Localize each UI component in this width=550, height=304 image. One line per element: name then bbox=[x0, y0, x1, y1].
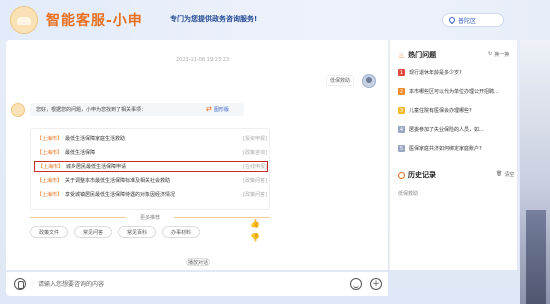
result-type: [政策问答] bbox=[243, 178, 267, 184]
add-attachment-icon[interactable]: + bbox=[370, 278, 382, 290]
location-label: 普陀区 bbox=[458, 17, 477, 25]
question-input[interactable] bbox=[32, 276, 342, 292]
chip-policy-files[interactable]: 政策文件 bbox=[30, 226, 68, 238]
clear-history-button[interactable]: 🗑 清空 bbox=[496, 171, 514, 178]
swap-icon: ⇄ bbox=[206, 105, 212, 113]
play-dialog-button[interactable]: 播放对话 bbox=[186, 258, 210, 266]
hot-question-item[interactable]: 3 儿童住院有医保会办理哪些? bbox=[398, 107, 512, 114]
result-title: 关于调整本市最低生活保障标准及相关社会救助 bbox=[65, 178, 171, 184]
result-row-highlighted[interactable]: 【上海市】 城乡居民最低生活保障申请 [在线申报] bbox=[34, 161, 268, 172]
chip-encyclopedia[interactable]: 常见百科 bbox=[118, 226, 156, 238]
result-title: 城乡居民最低生活保障申请 bbox=[66, 164, 127, 170]
rank-badge: 5 bbox=[398, 145, 405, 152]
rank-badge: 1 bbox=[398, 69, 405, 76]
location-pin-icon bbox=[447, 15, 457, 25]
history-header: 历史记录 bbox=[398, 170, 436, 180]
emoji-icon[interactable] bbox=[350, 278, 362, 290]
bot-message-text: 您好，根据您的问题，小申为您找到了相关事项： bbox=[36, 107, 147, 113]
refresh-button[interactable]: ↻ 换一换 bbox=[488, 51, 509, 58]
background-photo bbox=[520, 40, 550, 304]
rank-badge: 3 bbox=[398, 107, 405, 114]
hot-questions-title: 热门问题 bbox=[408, 51, 437, 59]
rank-badge: 2 bbox=[398, 88, 405, 95]
hot-question-text: 医保家庭共济如何绑定家庭账户? bbox=[409, 146, 482, 152]
history-title: 历史记录 bbox=[408, 171, 436, 179]
recommendation-chips: 政策文件 常见问答 常见百科 办事材料 bbox=[30, 226, 200, 238]
sidebar: ♨ 热门问题 ↻ 换一换 1 现行退休年龄是多少岁? 2 本市哪些区可以代为单位… bbox=[389, 40, 517, 270]
result-type: [投资申报] bbox=[243, 136, 267, 142]
result-title: 享受城镇居民最低生活保障待遇的对象因经济情况 bbox=[65, 192, 176, 198]
more-recommendations-label: 更多推荐 bbox=[126, 214, 174, 221]
result-region: 【上海市】 bbox=[37, 178, 63, 184]
result-title: 最低生活保障 bbox=[65, 150, 96, 156]
hot-question-text: 儿童住院有医保会办理哪些? bbox=[409, 108, 472, 114]
more-recommendations-divider: 更多推荐 bbox=[30, 214, 270, 221]
user-avatar-icon bbox=[362, 74, 376, 88]
hot-questions-header: ♨ 热门问题 bbox=[398, 50, 436, 60]
thumbs-up-icon[interactable]: 👍 bbox=[250, 218, 260, 228]
app-title: 智能客服-小申 bbox=[46, 13, 143, 29]
result-row[interactable]: 【上海市】 最低生活保障家庭生活救助 [投资申报] bbox=[37, 133, 267, 144]
fire-icon: ♨ bbox=[398, 50, 406, 60]
result-row[interactable]: 【上海市】 最低生活保障 [政策咨询] bbox=[37, 147, 267, 158]
result-type: [在线申报] bbox=[243, 164, 267, 170]
rank-badge: 4 bbox=[398, 126, 405, 133]
hot-question-item[interactable]: 4 居委参加了失业保险的人员，如... bbox=[398, 126, 512, 133]
refresh-label: 换一换 bbox=[494, 52, 510, 58]
result-row[interactable]: 【上海市】 享受城镇居民最低生活保障待遇的对象因经济情况 [政策问答] bbox=[37, 189, 267, 200]
result-type: [政策问答] bbox=[243, 192, 267, 198]
result-title: 最低生活保障家庭生活救助 bbox=[65, 136, 126, 142]
chip-common-qa[interactable]: 常见问答 bbox=[74, 226, 112, 238]
result-list: 【上海市】 最低生活保障家庭生活救助 [投资申报] 【上海市】 最低生活保障 [… bbox=[30, 128, 270, 210]
result-region: 【上海市】 bbox=[37, 150, 63, 156]
input-bar: + bbox=[6, 272, 388, 296]
hot-question-text: 现行退休年龄是多少岁? bbox=[409, 70, 462, 76]
hot-question-text: 本市哪些区可以代为单位办理公开招聘... bbox=[409, 89, 499, 95]
result-region: 【上海市】 bbox=[37, 192, 63, 198]
result-region: 【上海市】 bbox=[37, 136, 63, 142]
chip-materials[interactable]: 办事材料 bbox=[162, 226, 200, 238]
clock-icon bbox=[398, 171, 405, 179]
location-selector[interactable]: 普陀区 bbox=[442, 13, 504, 27]
graphic-version-toggle[interactable]: ⇄ 图形版 bbox=[206, 105, 229, 113]
bot-avatar-icon bbox=[11, 103, 25, 117]
hot-question-item[interactable]: 2 本市哪些区可以代为单位办理公开招聘... bbox=[398, 88, 512, 95]
trash-icon: 🗑 bbox=[496, 171, 503, 177]
thumbs-down-icon[interactable]: 👎 bbox=[250, 232, 260, 242]
result-type: [政策咨询] bbox=[243, 150, 267, 156]
refresh-icon: ↻ bbox=[488, 51, 493, 57]
header-bar: 智能客服-小申 专门为您提供政务咨询服务! 普陀区 bbox=[0, 0, 550, 40]
history-item[interactable]: 低保救助 bbox=[398, 190, 418, 197]
hot-question-item[interactable]: 1 现行退休年龄是多少岁? bbox=[398, 69, 512, 76]
message-timestamp: 2023-11-08 19:23:23 bbox=[176, 57, 230, 63]
result-row[interactable]: 【上海市】 关于调整本市最低生活保障标准及相关社会救助 [政策问答] bbox=[37, 175, 267, 186]
toggle-label: 图形版 bbox=[213, 106, 229, 113]
result-region: 【上海市】 bbox=[38, 164, 64, 170]
hot-question-item[interactable]: 5 医保家庭共济如何绑定家庭账户? bbox=[398, 145, 512, 152]
clear-label: 清空 bbox=[504, 172, 515, 178]
user-message-bubble: 低保救助 bbox=[326, 75, 354, 86]
app-subtitle: 专门为您提供政务咨询服务! bbox=[170, 15, 258, 23]
hot-question-text: 居委参加了失业保险的人员，如... bbox=[409, 127, 484, 133]
bot-logo-icon bbox=[10, 6, 38, 34]
microphone-icon[interactable] bbox=[14, 278, 26, 290]
